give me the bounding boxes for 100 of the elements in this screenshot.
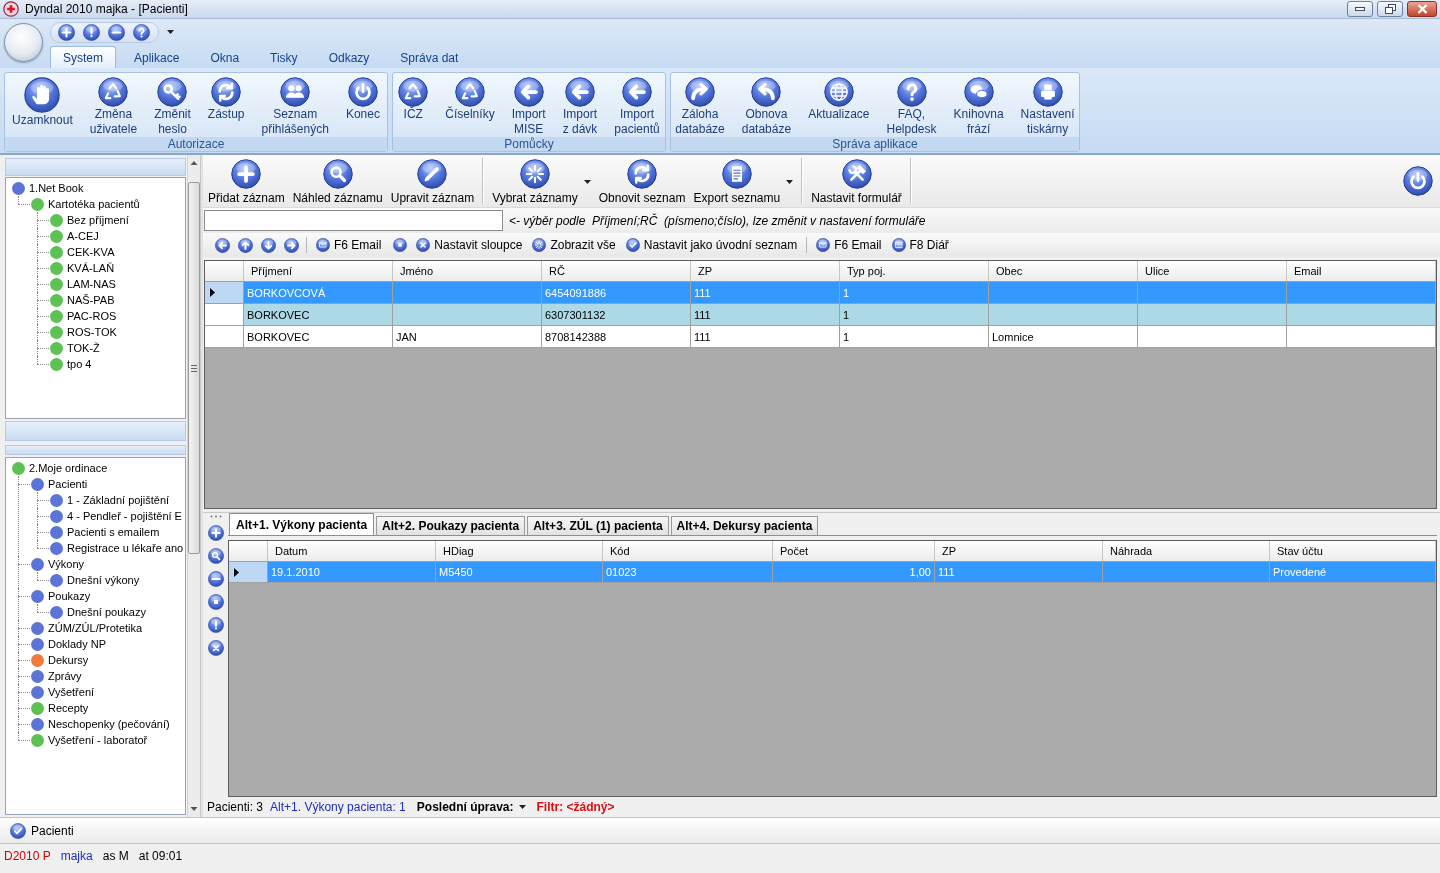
- column-header[interactable]: Jméno: [393, 261, 542, 281]
- ribbon-tab[interactable]: Aplikace: [121, 46, 193, 68]
- table-row[interactable]: BORKOVEC 6307301132 111 1: [205, 304, 1436, 326]
- arrow-left-icon[interactable]: [215, 237, 230, 253]
- import-mise-button[interactable]: Import MISE: [510, 73, 547, 137]
- tree-item[interactable]: Bez příjmení: [67, 214, 129, 226]
- row-header-cell[interactable]: [205, 304, 244, 325]
- tree-item[interactable]: Vyšetření - laboratoř: [48, 734, 148, 746]
- tree-item[interactable]: ROS-TOK: [67, 326, 117, 338]
- tree-item[interactable]: Registrace u lékaře ano: [67, 542, 184, 554]
- printer-settings-button[interactable]: Nastavení tiskárny: [1019, 73, 1076, 137]
- phrase-library-button[interactable]: Knihovna frází: [952, 73, 1005, 137]
- email-button[interactable]: F6 Email: [314, 235, 384, 255]
- tree-item[interactable]: KVÁ-LAŇ: [67, 262, 115, 274]
- tree-item[interactable]: 1.Net Book: [29, 182, 84, 194]
- column-header[interactable]: RČ: [542, 261, 691, 281]
- tree-item[interactable]: Pacienti s emailem: [67, 526, 160, 538]
- column-header[interactable]: Stav účtu: [1270, 541, 1436, 561]
- arrow-down-icon[interactable]: [261, 237, 276, 253]
- grip-dots-icon[interactable]: [209, 515, 222, 518]
- ribbon-tab[interactable]: Odkazy: [315, 46, 383, 68]
- set-columns-button[interactable]: Nastavit sloupce: [414, 235, 525, 255]
- tree-item[interactable]: 4 - Pendleř - pojištění E: [67, 510, 182, 522]
- tree-item[interactable]: TOK-Ž: [67, 342, 100, 354]
- helpdesk-button[interactable]: FAQ, Helpdesk: [885, 73, 938, 137]
- tab[interactable]: Alt+4. Dekursy pacienta: [670, 516, 819, 535]
- row-header-cell[interactable]: [229, 562, 268, 582]
- import-patients-button[interactable]: Import pacientů: [613, 73, 661, 137]
- tree-item[interactable]: Recepty: [48, 702, 89, 714]
- tab[interactable]: Alt+2. Poukazy pacienta: [376, 516, 526, 535]
- arrow-up-icon[interactable]: [238, 237, 253, 253]
- ribbon-tab[interactable]: System: [50, 46, 116, 68]
- last-edit-dropdown[interactable]: Poslední úprava:: [416, 800, 526, 814]
- restore-database-button[interactable]: Obnova databáze: [740, 73, 793, 137]
- question-mark-icon[interactable]: [133, 23, 150, 41]
- tree-item[interactable]: Doklady NP: [48, 638, 107, 650]
- change-user-button[interactable]: Změna uživatele: [88, 73, 139, 137]
- tree-item[interactable]: Poukazy: [48, 590, 91, 602]
- backup-database-button[interactable]: Záloha databáze: [674, 73, 726, 137]
- minus-icon[interactable]: [108, 23, 125, 41]
- edit-record-button[interactable]: Upravit záznam: [386, 155, 479, 203]
- tab[interactable]: Alt+1. Výkony pacienta: [229, 513, 375, 535]
- cross-badge-icon[interactable]: [3, 1, 19, 17]
- tree-item[interactable]: Výkony: [48, 558, 85, 570]
- set-default-list-button[interactable]: Nastavit jako úvodní seznam: [623, 235, 800, 255]
- tree-item[interactable]: Dekursy: [48, 654, 89, 666]
- column-header[interactable]: ZP: [935, 541, 1103, 561]
- filter-field[interactable]: [204, 210, 503, 231]
- view-record-button[interactable]: Náhled záznamu: [288, 155, 387, 203]
- select-records-button[interactable]: Vybrat záznamy: [488, 155, 595, 203]
- exit-button[interactable]: Konec: [344, 73, 381, 122]
- column-header[interactable]: Datum: [268, 541, 436, 561]
- table-row[interactable]: BORKOVEC JAN 8708142388 111 1 Lomnice: [205, 326, 1436, 348]
- minus-icon[interactable]: [207, 571, 224, 587]
- restore-button[interactable]: [1377, 1, 1403, 17]
- logged-in-users-button[interactable]: Seznam přihlášených: [260, 73, 330, 137]
- tree-item[interactable]: LAM-NAS: [67, 278, 116, 290]
- tree-item[interactable]: Neschopenky (pečování): [48, 718, 170, 730]
- refresh-list-button[interactable]: Obnovit seznam: [594, 155, 690, 203]
- tree-item[interactable]: tpo 4: [67, 358, 92, 370]
- power-icon[interactable]: [1403, 166, 1433, 196]
- column-header[interactable]: Obec: [989, 261, 1138, 281]
- column-header[interactable]: Počet: [773, 541, 935, 561]
- tree-item[interactable]: Dnešní poukazy: [67, 606, 146, 618]
- tree-item[interactable]: 1 - Základní pojištění: [67, 494, 170, 506]
- detail-count-link[interactable]: Alt+1. Výkony pacienta: 1: [270, 800, 406, 814]
- tree-item[interactable]: Pacienti: [48, 478, 88, 490]
- scrollbar-thumb[interactable]: [188, 182, 200, 554]
- column-header[interactable]: Typ poj.: [840, 261, 989, 281]
- icz-button[interactable]: IČZ: [397, 73, 430, 122]
- column-header[interactable]: HDiag: [436, 541, 603, 561]
- tree-item[interactable]: ZÚM/ZÚL/Protetika: [48, 622, 143, 634]
- column-header[interactable]: Náhrada: [1103, 541, 1270, 561]
- plus-icon[interactable]: [58, 23, 75, 41]
- tree-item[interactable]: 2.Moje ordinace: [29, 462, 108, 474]
- tree-item[interactable]: Zprávy: [48, 670, 82, 682]
- lock-button[interactable]: Uzamknout: [11, 73, 74, 128]
- tree-item[interactable]: CEK-KVA: [67, 246, 115, 258]
- column-header[interactable]: Příjmení: [244, 261, 393, 281]
- import-batch-button[interactable]: Import z dávk: [561, 73, 599, 137]
- ribbon-tab[interactable]: Okna: [197, 46, 253, 68]
- tree-item[interactable]: NAŠ-PAB: [67, 294, 115, 306]
- x-mark-icon[interactable]: [207, 640, 224, 656]
- ribbon-tab[interactable]: Správa dat: [387, 46, 472, 68]
- add-record-button[interactable]: Přidat záznam: [204, 155, 289, 203]
- ribbon-tab[interactable]: Tisky: [257, 46, 311, 68]
- substitute-button[interactable]: Zástup: [206, 73, 246, 122]
- email-button[interactable]: F6 Email: [814, 235, 884, 255]
- tab[interactable]: Alt+3. ZÚL (1) pacienta: [527, 516, 669, 535]
- scrollbar[interactable]: [187, 155, 200, 817]
- exclamation-icon[interactable]: [207, 617, 224, 633]
- exclamation-icon[interactable]: [83, 23, 100, 41]
- column-header[interactable]: ZP: [691, 261, 840, 281]
- column-header[interactable]: Kód: [603, 541, 773, 561]
- plus-icon[interactable]: [207, 525, 224, 541]
- tree-item[interactable]: A-CEJ: [67, 230, 99, 242]
- arrow-right-icon[interactable]: [284, 237, 299, 253]
- navigation-pane-button[interactable]: Pacienti: [0, 817, 1440, 844]
- minimize-button[interactable]: [1347, 1, 1373, 17]
- search-icon[interactable]: [207, 548, 224, 564]
